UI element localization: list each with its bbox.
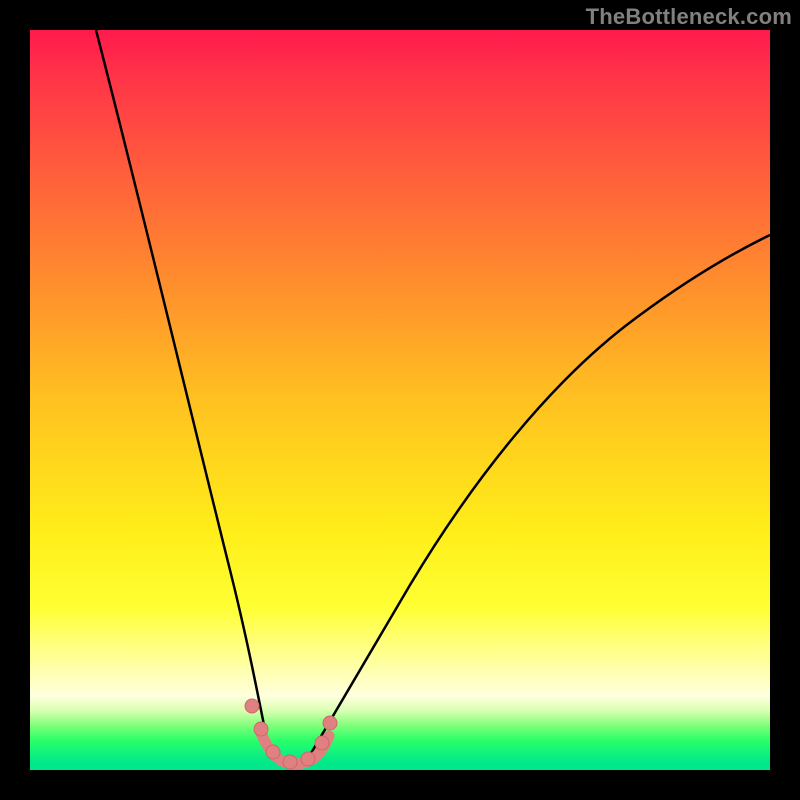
curve-right-limb (310, 235, 770, 755)
watermark-text: TheBottleneck.com (586, 4, 792, 30)
curve-left-limb (96, 30, 273, 755)
dot (266, 745, 280, 759)
curve-layer (30, 30, 770, 770)
dot (245, 699, 259, 713)
dot (283, 755, 297, 769)
plot-area (30, 30, 770, 770)
chart-frame: TheBottleneck.com (0, 0, 800, 800)
dot (323, 716, 337, 730)
dot (315, 736, 329, 750)
dot (301, 752, 315, 766)
dot (254, 722, 268, 736)
